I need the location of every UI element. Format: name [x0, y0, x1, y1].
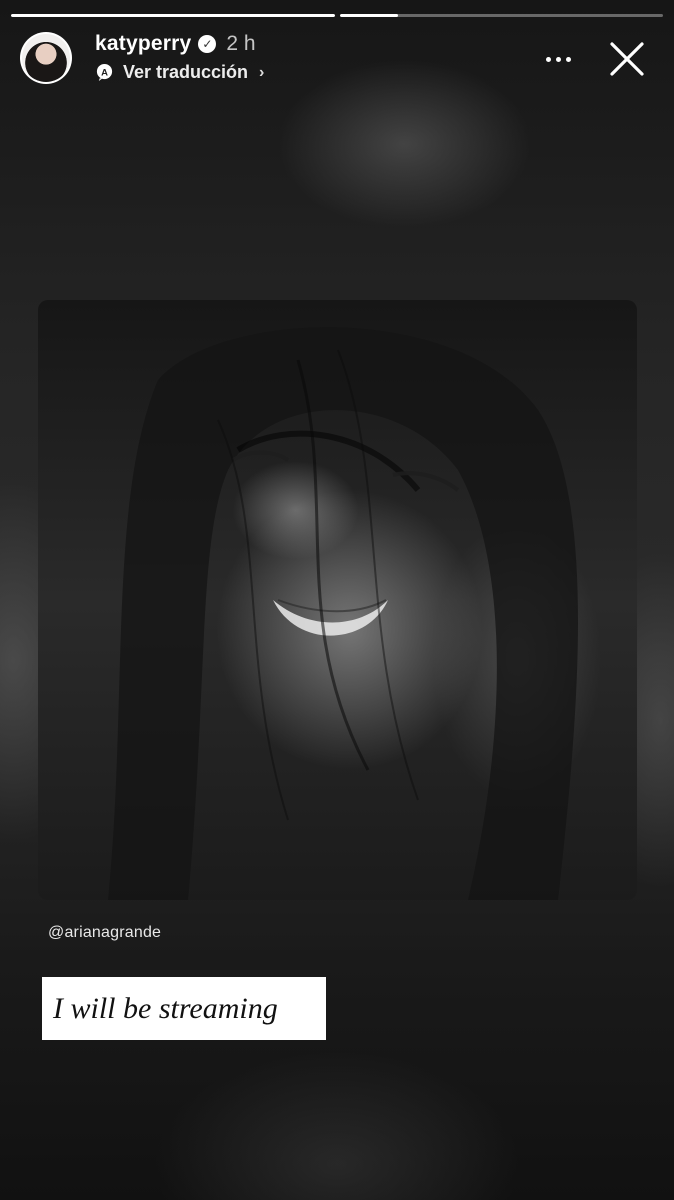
- story-viewer[interactable]: katyperry ✓ 2 h A Ver traducción › @aria…: [0, 0, 674, 1200]
- avatar[interactable]: [20, 32, 72, 84]
- story-progress-bar: [11, 14, 663, 18]
- progress-segment-2: [339, 14, 663, 17]
- caption-text: I will be streaming: [53, 991, 278, 1025]
- shared-post-photo[interactable]: [38, 300, 637, 900]
- see-translation-label: Ver traducción: [123, 62, 249, 82]
- caption-sticker: I will be streaming: [42, 977, 326, 1040]
- chevron-right-icon: ›: [259, 63, 265, 81]
- progress-segment-1: [11, 14, 335, 17]
- more-options-button[interactable]: [540, 46, 576, 72]
- post-time: 2 h: [226, 32, 256, 55]
- translate-bubble-icon: A: [96, 63, 113, 82]
- story-header: katyperry ✓ 2 h A Ver traducción ›: [20, 30, 660, 90]
- verified-badge-icon: ✓: [198, 35, 217, 53]
- username-row: katyperry ✓ 2 h: [95, 32, 256, 56]
- more-dot: [565, 56, 571, 62]
- close-icon[interactable]: [608, 40, 646, 78]
- more-dot: [545, 56, 551, 62]
- svg-text:A: A: [101, 67, 108, 78]
- username[interactable]: katyperry: [95, 32, 191, 56]
- more-dot: [555, 56, 561, 62]
- see-translation-link[interactable]: A Ver traducción ›: [95, 62, 264, 83]
- photo-illustration: [108, 327, 578, 900]
- mention-link[interactable]: @arianagrande: [48, 924, 161, 942]
